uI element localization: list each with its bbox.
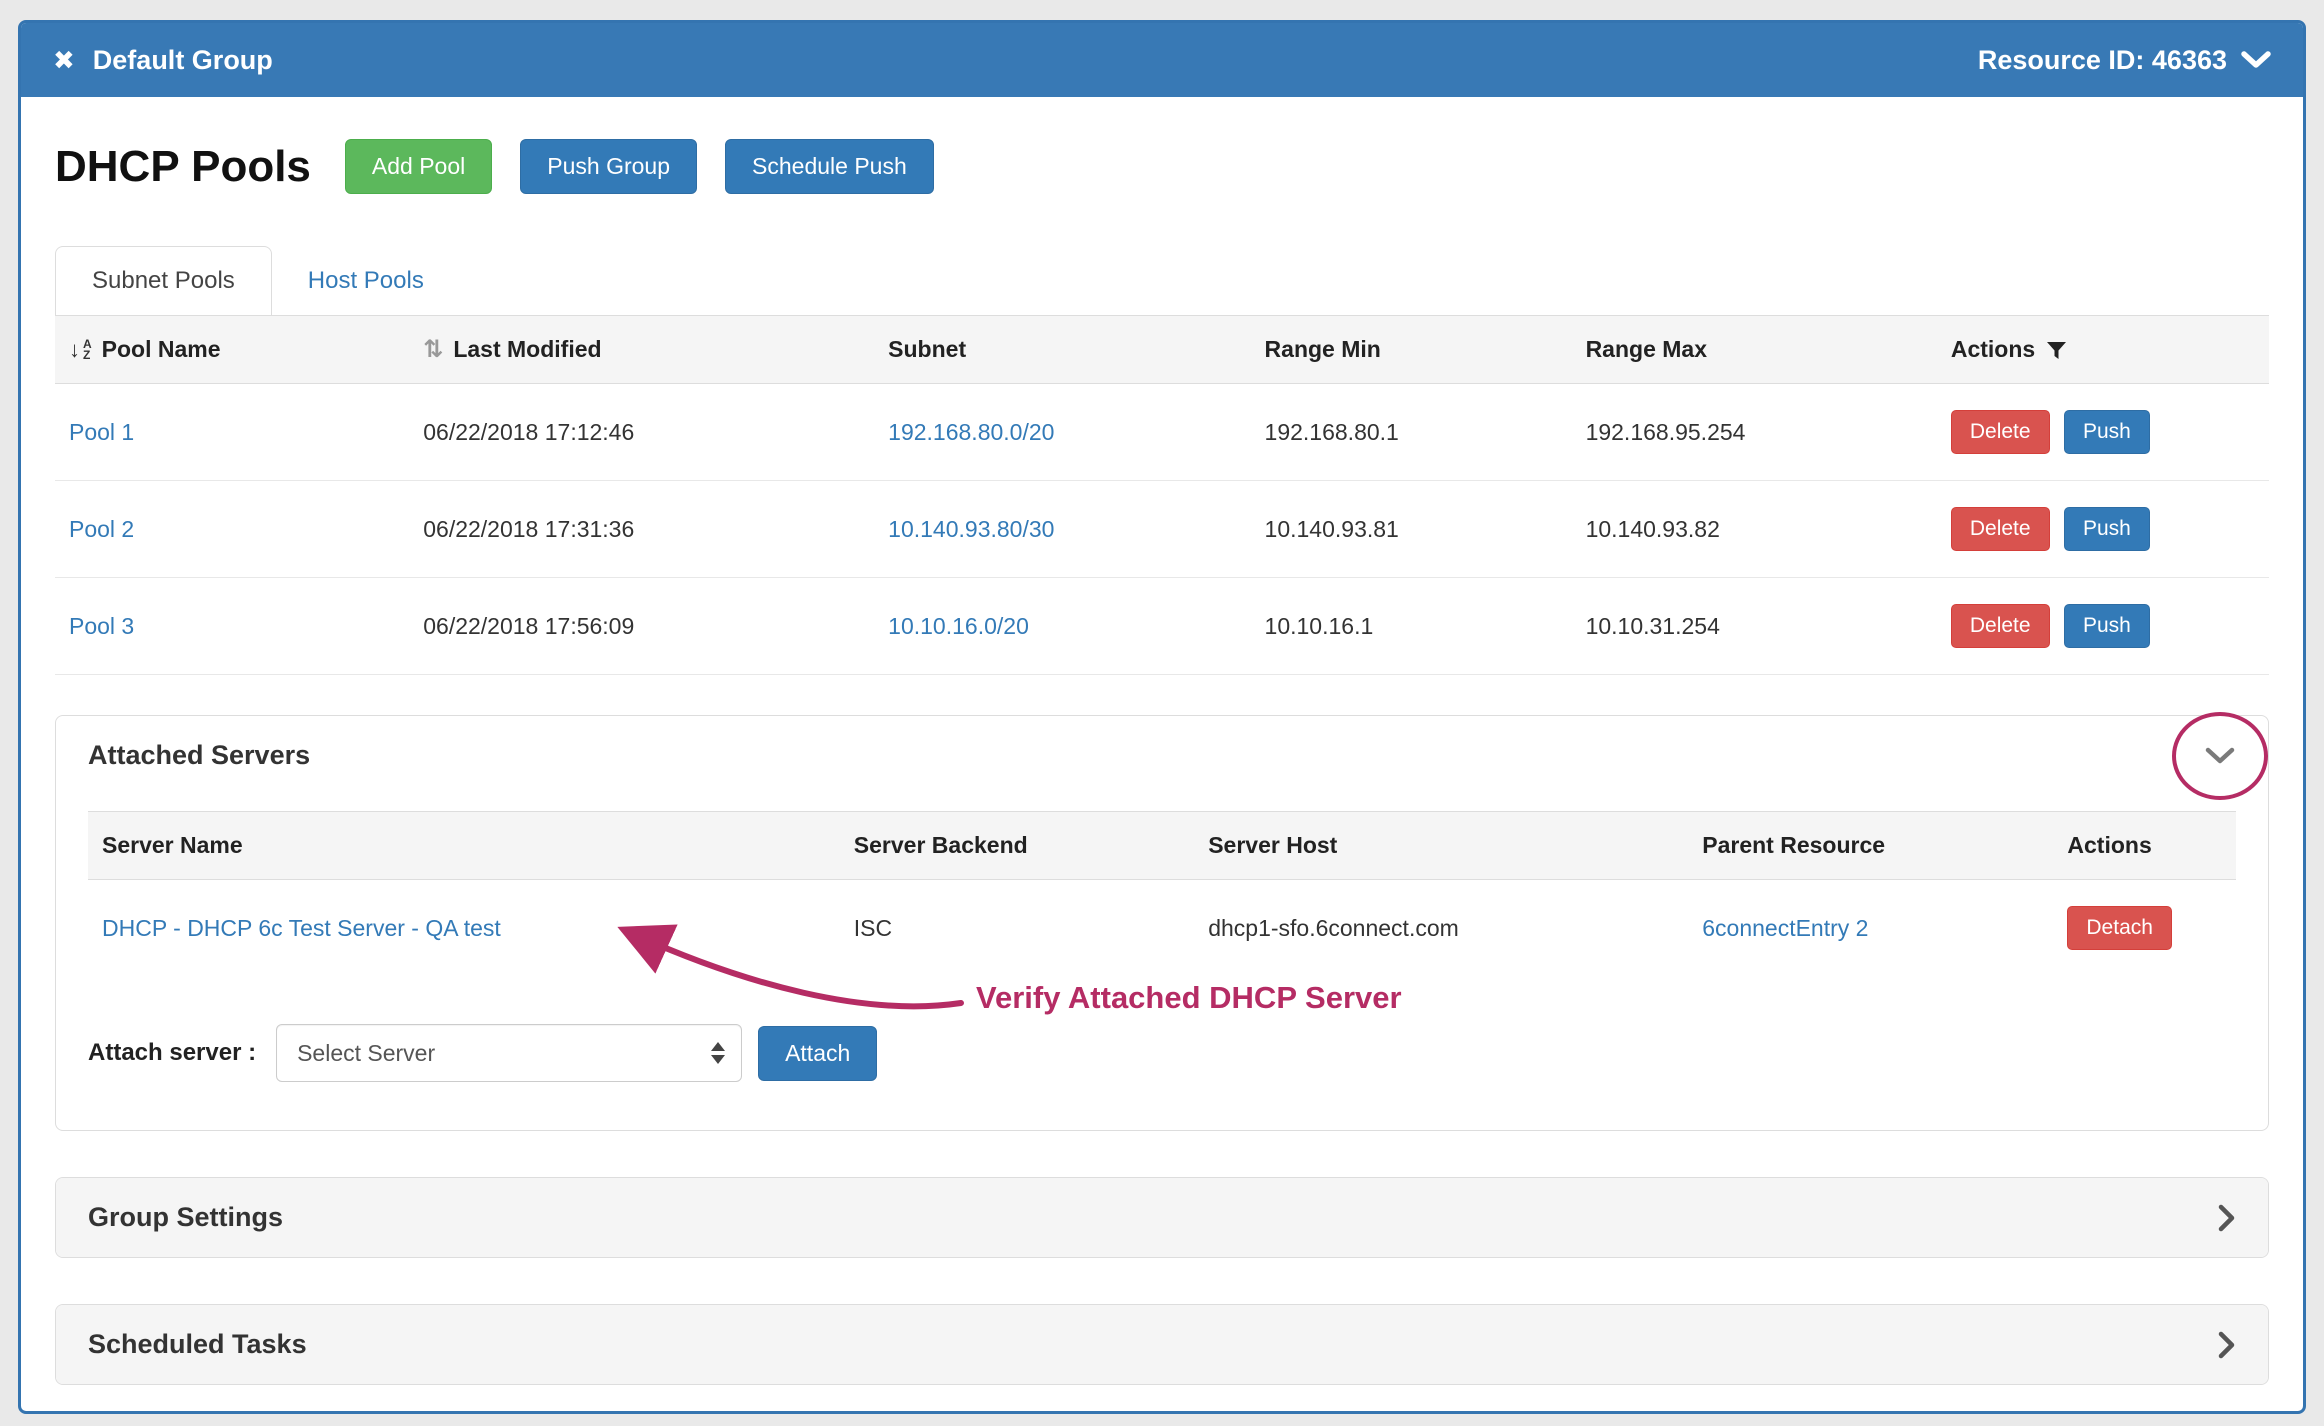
attach-server-row: Attach server : Select Server Attach <box>88 1024 2236 1082</box>
col-server-actions: Actions <box>2053 812 2236 880</box>
scheduled-tasks-header[interactable]: Scheduled Tasks <box>56 1305 2268 1384</box>
pool-range-max: 10.140.93.82 <box>1572 481 1937 578</box>
pool-last-modified: 06/22/2018 17:12:46 <box>409 384 874 481</box>
page-title: DHCP Pools <box>55 142 311 192</box>
title-row: DHCP Pools Add Pool Push Group Schedule … <box>55 139 2269 194</box>
push-pool-button[interactable]: Push <box>2064 410 2150 454</box>
pool-name-link[interactable]: Pool 2 <box>69 516 134 542</box>
close-icon[interactable]: ✖ <box>53 47 75 73</box>
scheduled-tasks-title: Scheduled Tasks <box>88 1329 307 1360</box>
group-settings-header[interactable]: Group Settings <box>56 1178 2268 1257</box>
group-title: Default Group <box>93 45 273 76</box>
pool-subnet-link[interactable]: 10.10.16.0/20 <box>888 613 1029 639</box>
push-pool-button[interactable]: Push <box>2064 507 2150 551</box>
default-group-window: ✖ Default Group Resource ID: 46363 DHCP … <box>18 20 2306 1414</box>
attached-servers-panel: Attached Servers Server Name Server Ba <box>55 715 2269 1131</box>
server-backend: ISC <box>840 880 1194 977</box>
col-actions: Actions <box>1937 316 2269 384</box>
parent-resource-link[interactable]: 6connectEntry 2 <box>1702 915 1868 941</box>
pool-range-min: 10.10.16.1 <box>1251 578 1572 675</box>
pool-row-1: Pool 1 06/22/2018 17:12:46 192.168.80.0/… <box>55 384 2269 481</box>
resource-id-label: Resource ID: 46363 <box>1978 45 2227 76</box>
group-settings-panel: Group Settings <box>55 1177 2269 1258</box>
server-select[interactable]: Select Server <box>276 1024 742 1082</box>
server-row: DHCP - DHCP 6c Test Server - QA test ISC… <box>88 880 2236 977</box>
pools-header-row: ↓ AZ Pool Name ⇅ Last Modified Subnet <box>55 316 2269 384</box>
sort-alpha-icon[interactable]: ↓ AZ <box>69 339 92 361</box>
pool-row-2: Pool 2 06/22/2018 17:31:36 10.140.93.80/… <box>55 481 2269 578</box>
attached-servers-header[interactable]: Attached Servers <box>56 716 2268 795</box>
col-pool-name: ↓ AZ Pool Name <box>55 316 409 384</box>
col-server-host: Server Host <box>1194 812 1688 880</box>
detach-button[interactable]: Detach <box>2067 906 2172 950</box>
collapse-chevron-down-icon[interactable] <box>2204 746 2236 766</box>
pool-range-min: 192.168.80.1 <box>1251 384 1572 481</box>
col-subnet: Subnet <box>874 316 1250 384</box>
tab-subnet-pools[interactable]: Subnet Pools <box>55 246 272 315</box>
push-pool-button[interactable]: Push <box>2064 604 2150 648</box>
pool-subnet-link[interactable]: 192.168.80.0/20 <box>888 419 1054 445</box>
col-range-max: Range Max <box>1572 316 1937 384</box>
expand-chevron-right-icon[interactable] <box>2217 1203 2236 1233</box>
group-settings-title: Group Settings <box>88 1202 283 1233</box>
subnet-pools-table: ↓ AZ Pool Name ⇅ Last Modified Subnet <box>55 315 2269 675</box>
attached-servers-table: Server Name Server Backend Server Host P… <box>88 811 2236 976</box>
attached-servers-body: Server Name Server Backend Server Host P… <box>56 795 2268 1130</box>
chevron-down-icon <box>2241 51 2271 70</box>
col-parent-resource: Parent Resource <box>1688 812 2053 880</box>
attached-servers-title: Attached Servers <box>88 740 310 771</box>
attach-button[interactable]: Attach <box>758 1026 877 1081</box>
pool-tabs: Subnet Pools Host Pools <box>55 246 2269 315</box>
pool-range-min: 10.140.93.81 <box>1251 481 1572 578</box>
pool-row-3: Pool 3 06/22/2018 17:56:09 10.10.16.0/20… <box>55 578 2269 675</box>
server-name-link[interactable]: DHCP - DHCP 6c Test Server - QA test <box>102 915 501 941</box>
add-pool-button[interactable]: Add Pool <box>345 139 492 194</box>
scheduled-tasks-panel: Scheduled Tasks <box>55 1304 2269 1385</box>
annotation-text: Verify Attached DHCP Server <box>976 980 1402 1016</box>
schedule-push-button[interactable]: Schedule Push <box>725 139 934 194</box>
delete-pool-button[interactable]: Delete <box>1951 507 2050 551</box>
tab-host-pools[interactable]: Host Pools <box>272 247 460 315</box>
sort-icon[interactable]: ⇅ <box>423 338 443 362</box>
attach-server-label: Attach server : <box>88 1039 256 1067</box>
pool-range-max: 192.168.95.254 <box>1572 384 1937 481</box>
expand-chevron-right-icon[interactable] <box>2217 1330 2236 1360</box>
delete-pool-button[interactable]: Delete <box>1951 604 2050 648</box>
filter-icon[interactable] <box>2045 339 2068 361</box>
server-select-value: Select Server <box>297 1040 435 1067</box>
delete-pool-button[interactable]: Delete <box>1951 410 2050 454</box>
pool-name-link[interactable]: Pool 3 <box>69 613 134 639</box>
select-spinner-icon <box>711 1042 725 1064</box>
server-host: dhcp1-sfo.6connect.com <box>1194 880 1688 977</box>
col-server-backend: Server Backend <box>840 812 1194 880</box>
pool-range-max: 10.10.31.254 <box>1572 578 1937 675</box>
pool-name-link[interactable]: Pool 1 <box>69 419 134 445</box>
col-range-min: Range Min <box>1251 316 1572 384</box>
group-header-bar: ✖ Default Group Resource ID: 46363 <box>21 23 2303 97</box>
servers-header-row: Server Name Server Backend Server Host P… <box>88 812 2236 880</box>
pool-last-modified: 06/22/2018 17:56:09 <box>409 578 874 675</box>
pool-last-modified: 06/22/2018 17:31:36 <box>409 481 874 578</box>
main-content: DHCP Pools Add Pool Push Group Schedule … <box>21 97 2303 1414</box>
push-group-button[interactable]: Push Group <box>520 139 697 194</box>
col-server-name: Server Name <box>88 812 840 880</box>
resource-id-toggle[interactable]: Resource ID: 46363 <box>1978 45 2271 76</box>
col-last-modified: ⇅ Last Modified <box>409 316 874 384</box>
pool-subnet-link[interactable]: 10.140.93.80/30 <box>888 516 1054 542</box>
